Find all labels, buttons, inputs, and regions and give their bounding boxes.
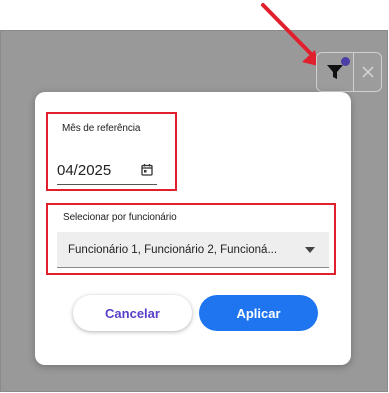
- filter-button[interactable]: [317, 53, 354, 91]
- cancel-button[interactable]: Cancelar: [73, 295, 192, 331]
- close-icon: [361, 66, 374, 78]
- chevron-down-icon: [305, 247, 315, 253]
- employee-select[interactable]: Funcionário 1, Funcionário 2, Funcioná..…: [57, 232, 329, 268]
- month-field-label: Mês de referência: [62, 123, 141, 134]
- close-button[interactable]: [354, 53, 381, 91]
- apply-button[interactable]: Aplicar: [199, 295, 318, 331]
- month-input[interactable]: 04/2025: [57, 156, 157, 185]
- filter-dialog: Mês de referência 04/2025 Selecionar por…: [35, 92, 351, 365]
- active-filter-indicator: [341, 57, 350, 66]
- month-value: 04/2025: [57, 161, 112, 179]
- calendar-icon[interactable]: [141, 163, 153, 176]
- toolbar-button-group: [316, 52, 382, 92]
- employee-field-label: Selecionar por funcionário: [63, 212, 177, 223]
- annotation-arrow: [261, 3, 318, 66]
- employee-select-value: Funcionário 1, Funcionário 2, Funcioná..…: [68, 243, 278, 256]
- filter-icon: [327, 65, 343, 79]
